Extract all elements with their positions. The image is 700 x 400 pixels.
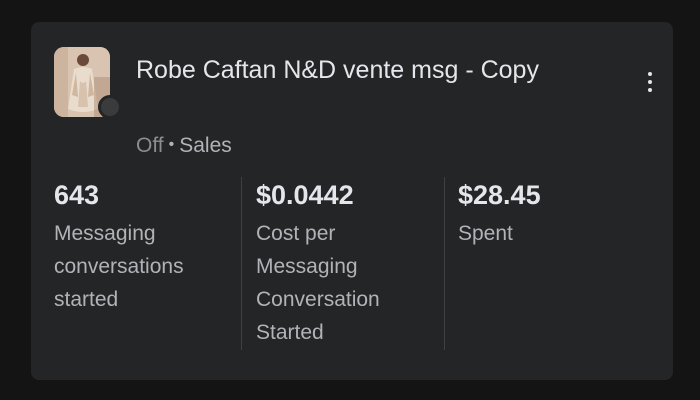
more-vertical-icon: [648, 72, 652, 76]
metric-label: Messaging conversations started: [54, 222, 184, 311]
more-options-button[interactable]: [640, 71, 660, 95]
more-vertical-icon-dot: [648, 80, 652, 84]
campaign-category: Sales: [179, 134, 232, 157]
campaign-status: Off: [136, 134, 164, 157]
campaign-meta: Off • Sales: [136, 131, 232, 160]
campaign-title[interactable]: Robe Caftan N&D vente msg - Copy: [136, 53, 566, 87]
metrics-row: 643 Messaging conversations started $0.0…: [31, 177, 673, 352]
metric-divider: [241, 177, 242, 350]
metric-divider: [444, 177, 445, 350]
metric-label: Cost per Messaging Conversation Started: [256, 222, 380, 344]
status-indicator-dot: [98, 95, 122, 119]
metric-cost-per-conversation[interactable]: $0.0442 Cost per Messaging Conversation …: [256, 177, 441, 352]
campaign-card[interactable]: Robe Caftan N&D vente msg - Copy Off • Sal…: [31, 22, 673, 380]
metric-value: 643: [54, 180, 100, 210]
metric-value: $28.45: [458, 180, 541, 210]
campaign-thumbnail-wrap[interactable]: [54, 47, 122, 119]
metric-messaging-conversations[interactable]: 643 Messaging conversations started: [54, 177, 239, 352]
metric-value: $0.0442: [256, 180, 354, 210]
metric-label: Spent: [458, 222, 513, 245]
more-vertical-icon-dot: [648, 88, 652, 92]
meta-separator: •: [168, 136, 175, 153]
campaign-header: Robe Caftan N&D vente msg - Copy Off • Sal…: [54, 47, 654, 167]
metric-spent[interactable]: $28.45 Spent: [458, 177, 638, 352]
